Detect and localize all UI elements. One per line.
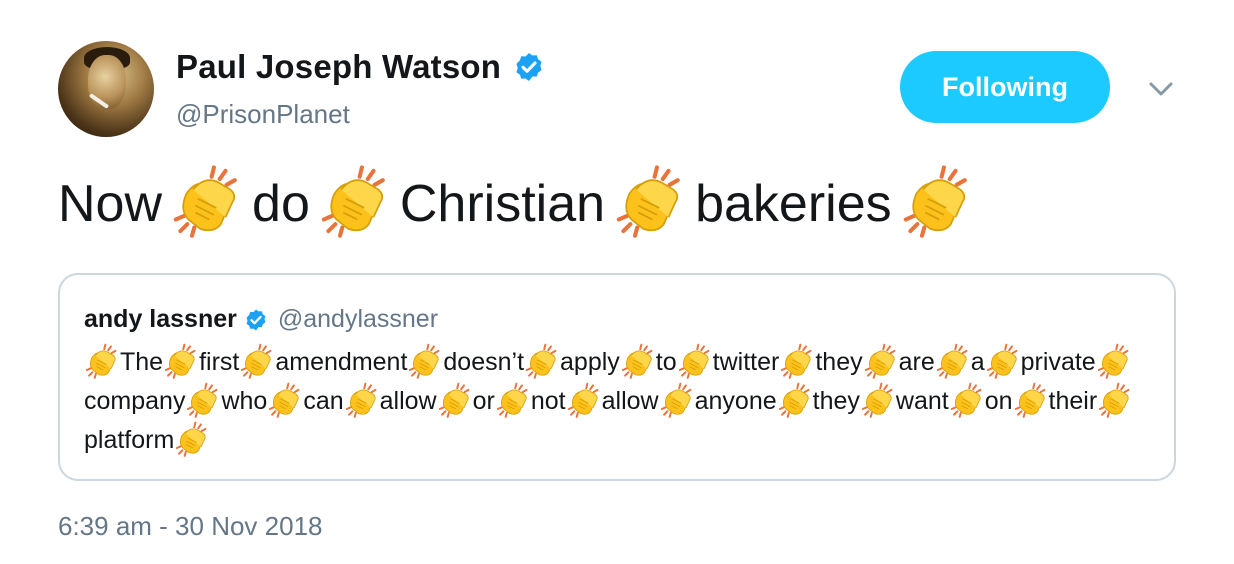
clapping-hands-icon [677, 343, 713, 379]
clapping-hands-icon [863, 343, 899, 379]
clapping-hands-icon [84, 343, 120, 379]
clapping-hands-icon [524, 343, 560, 379]
clapping-hands-icon [949, 382, 985, 418]
clapping-hands-icon [860, 382, 896, 418]
author-name[interactable]: Paul Joseph Watson [176, 48, 501, 86]
quoted-word: The [120, 348, 164, 376]
quoted-word: allow [601, 387, 659, 415]
clapping-hands-icon [239, 343, 275, 379]
clapping-hands-icon [659, 382, 695, 418]
clapping-hands-icon [495, 382, 531, 418]
avatar[interactable] [58, 41, 154, 137]
quoted-word: can [303, 387, 344, 415]
quoted-word: platform [84, 426, 175, 454]
tweet-text: Now do Christian bakeries [58, 160, 1214, 248]
quoted-word: a [970, 348, 985, 376]
clapping-hands-icon [170, 164, 244, 238]
clapping-hands-icon [566, 382, 602, 418]
quoted-tweet-text: The first amendment doesn’t apply to twitter th… [84, 343, 1154, 460]
tweet-word: do [252, 175, 310, 233]
clapping-hands-icon [318, 164, 392, 238]
clapping-hands-icon [185, 382, 221, 418]
clapping-hands-icon [437, 382, 473, 418]
clapping-hands-icon [407, 343, 443, 379]
quoted-word: not [530, 387, 566, 415]
quoted-word: their [1048, 387, 1098, 415]
clapping-hands-icon [900, 164, 974, 238]
quoted-word: allow [379, 387, 437, 415]
chevron-down-icon[interactable] [1148, 79, 1174, 99]
quoted-word: or [472, 387, 495, 415]
clapping-hands-icon [777, 382, 813, 418]
clapping-hands-icon [985, 343, 1021, 379]
clapping-hands-icon [1096, 343, 1132, 379]
clapping-hands-icon [1013, 382, 1049, 418]
quoted-word: are [898, 348, 935, 376]
quoted-word: doesn’t [443, 348, 525, 376]
verified-badge-icon [513, 51, 545, 83]
clapping-hands-icon [620, 343, 656, 379]
tweet-timestamp[interactable]: 6:39 am - 30 Nov 2018 [58, 511, 323, 542]
quoted-author-name: andy lassner [84, 305, 237, 333]
quoted-tweet-header: andy lassner @andylassner [84, 305, 438, 334]
following-button[interactable]: Following [900, 51, 1110, 123]
tweet-word: bakeries [695, 175, 892, 233]
author-handle[interactable]: @PrisonPlanet [176, 99, 350, 130]
clapping-hands-icon [267, 382, 303, 418]
quoted-word: want [895, 387, 949, 415]
verified-badge-icon [244, 308, 268, 332]
clapping-hands-icon [163, 343, 199, 379]
quoted-word: they [815, 348, 863, 376]
quoted-word: on [984, 387, 1013, 415]
quoted-word: anyone [694, 387, 777, 415]
quoted-word: private [1020, 348, 1096, 376]
clapping-hands-icon [1097, 382, 1133, 418]
quoted-word: they [812, 387, 860, 415]
clapping-hands-icon [344, 382, 380, 418]
quoted-word: to [655, 348, 677, 376]
clapping-hands-icon [174, 421, 210, 457]
quoted-author-handle: @andylassner [277, 305, 439, 333]
quoted-word: apply [560, 348, 620, 376]
quoted-word: company [84, 387, 186, 415]
tweet-word: Now [58, 175, 163, 233]
quoted-word: twitter [712, 348, 780, 376]
author-name-row[interactable]: Paul Joseph Watson [176, 48, 545, 86]
avatar-face [88, 55, 126, 109]
quoted-word: amendment [275, 348, 408, 376]
quoted-tweet[interactable]: andy lassner @andylassner The first amendm… [58, 273, 1176, 481]
tweet-word: Christian [399, 175, 606, 233]
quoted-word: who [221, 387, 268, 415]
clapping-hands-icon [935, 343, 971, 379]
clapping-hands-icon [779, 343, 815, 379]
clapping-hands-icon [613, 164, 687, 238]
quoted-word: first [199, 348, 240, 376]
